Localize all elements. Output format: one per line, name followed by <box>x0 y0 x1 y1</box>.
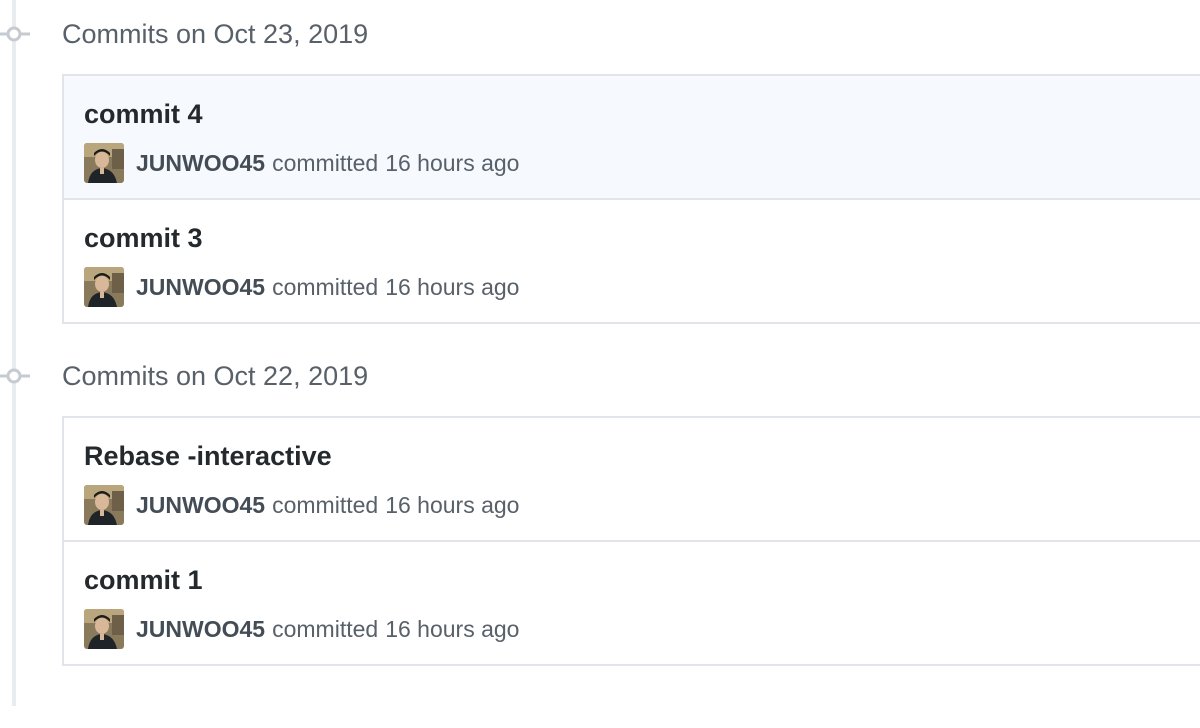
commit-time: 16 hours ago <box>385 491 520 518</box>
commit-group-date: Commits on Oct 22, 2019 <box>62 361 369 391</box>
commit-meta: JUNWOO45 committed 16 hours ago <box>84 142 519 184</box>
commit-title-link[interactable]: Rebase -interactive <box>84 438 332 474</box>
commit-time: 16 hours ago <box>385 615 520 642</box>
commit-item[interactable]: commit 1 JUNWOO45 committed 16 hours ago <box>64 540 1200 664</box>
user-avatar[interactable] <box>84 485 124 525</box>
commit-meta: JUNWOO45 committed 16 hours ago <box>84 484 519 526</box>
commit-author-link[interactable]: JUNWOO45 <box>136 616 265 643</box>
commit-list: Rebase -interactive JUNWOO45 committed 1… <box>62 416 1200 666</box>
user-avatar[interactable] <box>84 267 124 307</box>
commit-title-link[interactable]: commit 3 <box>84 220 203 256</box>
commit-item[interactable]: Rebase -interactive JUNWOO45 committed 1… <box>64 418 1200 540</box>
commit-meta: JUNWOO45 committed 16 hours ago <box>84 608 519 650</box>
commit-action-text: committed <box>272 491 379 518</box>
git-commit-icon <box>0 356 30 396</box>
commit-item[interactable]: commit 3 JUNWOO45 committed 16 hours ago <box>64 198 1200 322</box>
commit-action-text: committed <box>272 615 379 642</box>
commit-author-link[interactable]: JUNWOO45 <box>136 492 265 519</box>
commit-list: commit 4 JUNWOO45 committed 16 hours ago… <box>62 74 1200 324</box>
commit-item[interactable]: commit 4 JUNWOO45 committed 16 hours ago <box>64 76 1200 198</box>
commit-action-text: committed <box>272 273 379 300</box>
commit-meta: JUNWOO45 committed 16 hours ago <box>84 266 519 308</box>
commit-group-header: Commits on Oct 23, 2019 <box>0 14 1200 54</box>
commit-group-header: Commits on Oct 22, 2019 <box>0 356 1200 396</box>
commit-action-text: committed <box>272 149 379 176</box>
commit-time: 16 hours ago <box>385 273 520 300</box>
user-avatar[interactable] <box>84 609 124 649</box>
commit-title-link[interactable]: commit 4 <box>84 96 203 132</box>
commit-time: 16 hours ago <box>385 149 520 176</box>
commit-author-link[interactable]: JUNWOO45 <box>136 150 265 177</box>
user-avatar[interactable] <box>84 143 124 183</box>
commit-group-date: Commits on Oct 23, 2019 <box>62 19 369 49</box>
timeline-line <box>12 0 16 706</box>
git-commit-icon <box>0 14 30 54</box>
commit-title-link[interactable]: commit 1 <box>84 562 203 598</box>
commit-author-link[interactable]: JUNWOO45 <box>136 274 265 301</box>
